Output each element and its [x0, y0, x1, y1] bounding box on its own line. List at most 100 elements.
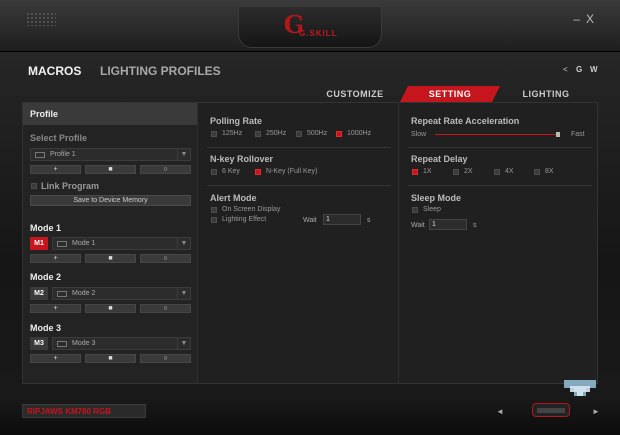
fast-label: Fast [571, 131, 585, 138]
polling-1000-label: 1000Hz [347, 130, 372, 137]
repeat-rate-slider-handle[interactable] [556, 132, 560, 137]
select-profile-label: Select Profile [30, 133, 88, 143]
title-bar: G G.SKILL –X [0, 0, 620, 52]
profile-buttons: + ■ ○ [30, 165, 191, 174]
mode-3-badge[interactable]: M3 [30, 337, 48, 350]
nkey-rollover-title: N-key Rollover [210, 154, 274, 164]
mode-2-buttons: + ■ ○ [30, 304, 191, 313]
repeat-rate-slider[interactable] [435, 134, 559, 135]
polling-125-label: 125Hz [222, 130, 243, 137]
keyboard-icon [35, 152, 45, 158]
on-screen-display-checkbox[interactable] [211, 207, 217, 213]
window-controls: –X [573, 12, 600, 26]
mode-1-value: Mode 1 [72, 240, 96, 247]
device-thumbnail[interactable] [532, 403, 570, 417]
main-nav: MACROS LIGHTING PROFILES < G W [10, 56, 610, 86]
nav-macros[interactable]: MACROS [28, 64, 81, 78]
nav-lighting-profiles[interactable]: LIGHTING PROFILES [100, 64, 221, 78]
close-button[interactable]: X [586, 12, 600, 26]
mode-1-dropdown[interactable]: Mode 1 ▼ [52, 237, 191, 250]
mode-1-title: Mode 1 [30, 223, 62, 233]
slow-label: Slow [411, 131, 427, 138]
lighting-effect-checkbox[interactable] [211, 217, 217, 223]
save-mode-button[interactable]: ■ [85, 304, 136, 313]
mode-3-dropdown[interactable]: Mode 3 ▼ [52, 337, 191, 350]
app-window: G G.SKILL –X MACROS LIGHTING PROFILES < … [0, 0, 620, 435]
delay-4x-radio[interactable] [494, 169, 500, 175]
reset-mode-button[interactable]: ○ [140, 354, 191, 363]
mode-2-badge[interactable]: M2 [30, 287, 48, 300]
save-to-device-button[interactable]: Save to Device Memory [30, 195, 191, 206]
profile-value: Profile 1 [50, 151, 76, 158]
add-mode-button[interactable]: + [30, 254, 81, 263]
alert-wait-unit: s [367, 217, 371, 224]
next-device-button[interactable]: ► [592, 407, 600, 416]
chevron-down-icon[interactable]: ▼ [177, 149, 190, 160]
profile-header: Profile [23, 103, 197, 125]
sleep-label: Sleep [423, 206, 441, 213]
device-model-label: RIPJAWS KM780 RGB [22, 404, 146, 418]
alert-wait-input[interactable]: 1 [323, 214, 361, 225]
delay-1x-label: 1X [423, 168, 432, 175]
profile-dropdown[interactable]: Profile 1 ▼ [30, 148, 191, 161]
delay-1x-radio[interactable] [412, 169, 418, 175]
divider [207, 147, 391, 148]
divider [408, 185, 592, 186]
delay-8x-radio[interactable] [534, 169, 540, 175]
footer-bar: RIPJAWS KM780 RGB ◄ ► [0, 396, 620, 435]
nav-g-button[interactable]: G [576, 65, 582, 74]
reset-mode-button[interactable]: ○ [140, 254, 191, 263]
polling-1000-radio[interactable] [336, 131, 342, 137]
mode-3-buttons: + ■ ○ [30, 354, 191, 363]
delay-2x-label: 2X [464, 168, 473, 175]
divider [207, 185, 391, 186]
polling-250-label: 250Hz [266, 130, 287, 137]
sleep-wait-input[interactable]: 1 [429, 219, 467, 230]
save-mode-button[interactable]: ■ [85, 354, 136, 363]
tab-lighting[interactable]: LIGHTING [500, 86, 592, 102]
repeat-rate-title: Repeat Rate Acceleration [411, 116, 520, 126]
link-program-checkbox[interactable] [31, 183, 37, 189]
tab-customize[interactable]: CUSTOMIZE [310, 86, 400, 102]
mode-1-badge[interactable]: M1 [30, 237, 48, 250]
sleep-wait-unit: s [473, 222, 477, 229]
polling-125-radio[interactable] [211, 131, 217, 137]
nkey-6-label: 6 Key [222, 168, 240, 175]
chevron-down-icon[interactable]: ▼ [177, 338, 190, 349]
delay-8x-label: 8X [545, 168, 554, 175]
prev-device-button[interactable]: ◄ [496, 407, 504, 416]
alert-mode-title: Alert Mode [210, 193, 257, 203]
save-profile-button[interactable]: ■ [85, 165, 136, 174]
profile-panel: Profile Select Profile Profile 1 ▼ + ■ ○… [23, 103, 198, 383]
polling-500-label: 500Hz [307, 130, 328, 137]
polling-500-radio[interactable] [296, 131, 302, 137]
nkey-full-label: N-Key (Full Key) [266, 168, 318, 175]
mode-2-dropdown[interactable]: Mode 2 ▼ [52, 287, 191, 300]
on-screen-display-label: On Screen Display [222, 206, 281, 213]
reset-mode-button[interactable]: ○ [140, 304, 191, 313]
settings-column-right: Repeat Rate Acceleration Slow Fast Repea… [400, 103, 598, 383]
save-mode-button[interactable]: ■ [85, 254, 136, 263]
sleep-wait-label: Wait [411, 222, 425, 229]
chevron-down-icon[interactable]: ▼ [177, 238, 190, 249]
delay-2x-radio[interactable] [453, 169, 459, 175]
add-profile-button[interactable]: + [30, 165, 81, 174]
lighting-effect-label: Lighting Effect [222, 216, 267, 223]
nkey-full-radio[interactable] [255, 169, 261, 175]
keyboard-icon [57, 241, 67, 247]
keyboard-icon [57, 341, 67, 347]
mode-3-value: Mode 3 [72, 340, 96, 347]
sleep-mode-title: Sleep Mode [411, 193, 462, 203]
nkey-6-radio[interactable] [211, 169, 217, 175]
add-mode-button[interactable]: + [30, 354, 81, 363]
nav-w-button[interactable]: W [590, 65, 598, 74]
chevron-down-icon[interactable]: ▼ [177, 288, 190, 299]
share-icon[interactable]: < [563, 65, 568, 74]
speaker-grill-decoration [26, 12, 56, 26]
add-mode-button[interactable]: + [30, 304, 81, 313]
sleep-checkbox[interactable] [412, 207, 418, 213]
polling-250-radio[interactable] [255, 131, 261, 137]
tab-setting[interactable]: SETTING [400, 86, 500, 102]
reset-profile-button[interactable]: ○ [140, 165, 191, 174]
minimize-button[interactable]: – [573, 12, 586, 26]
